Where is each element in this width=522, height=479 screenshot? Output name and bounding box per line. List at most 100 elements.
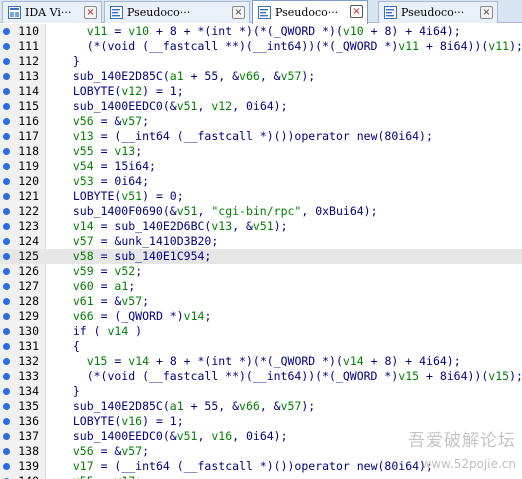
code-line[interactable]: 120 v53 = 0i64;: [0, 174, 522, 189]
code-text[interactable]: v60 = a1;: [59, 279, 135, 294]
code-text[interactable]: (*(void (__fastcall **)(__int64))(*(_QWO…: [59, 369, 522, 384]
code-line[interactable]: 110 v11 = v10 + 8 + *(int *)(*(_QWORD *)…: [0, 24, 522, 39]
code-line[interactable]: 119 v54 = 15i64;: [0, 159, 522, 174]
code-line[interactable]: 111 (*(void (__fastcall **)(__int64))(*(…: [0, 39, 522, 54]
breakpoint-dot-icon[interactable]: [3, 88, 10, 95]
breakpoint-dot-icon[interactable]: [3, 403, 10, 410]
tab-pseudocode-c[interactable]: Pseudoco··· ×: [378, 1, 498, 23]
code-text[interactable]: sub_140E2D85C(a1 + 55, &v66, &v57);: [59, 399, 315, 414]
close-icon[interactable]: ×: [84, 6, 97, 19]
breakpoint-dot-icon[interactable]: [3, 268, 10, 275]
breakpoint-dot-icon[interactable]: [3, 103, 10, 110]
breakpoint-dot-icon[interactable]: [3, 28, 10, 35]
breakpoint-dot-icon[interactable]: [3, 118, 10, 125]
code-text[interactable]: {: [59, 339, 80, 354]
code-text[interactable]: LOBYTE(v51) = 0;: [59, 189, 184, 204]
breakpoint-dot-icon[interactable]: [3, 73, 10, 80]
code-text[interactable]: sub_140E2D85C(a1 + 55, &v66, &v57);: [59, 69, 315, 84]
code-text[interactable]: LOBYTE(v16) = 1;: [59, 414, 184, 429]
code-text[interactable]: }: [59, 54, 80, 69]
code-text[interactable]: }: [59, 384, 80, 399]
code-text[interactable]: v55 = v17;: [59, 474, 142, 479]
code-line[interactable]: 121 LOBYTE(v51) = 0;: [0, 189, 522, 204]
code-line[interactable]: 129 v66 = (_QWORD *)v14;: [0, 309, 522, 324]
code-line[interactable]: 132 v15 = v14 + 8 + *(int *)(*(_QWORD *)…: [0, 354, 522, 369]
code-text[interactable]: v61 = &v57;: [59, 294, 149, 309]
close-icon[interactable]: ×: [232, 6, 245, 19]
code-text[interactable]: v58 = sub_140E1C954;: [59, 249, 211, 264]
breakpoint-dot-icon[interactable]: [3, 388, 10, 395]
line-number: 124: [18, 234, 39, 248]
code-line[interactable]: 133 (*(void (__fastcall **)(__int64))(*(…: [0, 369, 522, 384]
breakpoint-dot-icon[interactable]: [3, 193, 10, 200]
code-line[interactable]: 113 sub_140E2D85C(a1 + 55, &v66, &v57);: [0, 69, 522, 84]
code-text[interactable]: LOBYTE(v12) = 1;: [59, 84, 184, 99]
breakpoint-dot-icon[interactable]: [3, 313, 10, 320]
code-line[interactable]: 114 LOBYTE(v12) = 1;: [0, 84, 522, 99]
code-text[interactable]: v11 = v10 + 8 + *(int *)(*(_QWORD *)(v10…: [59, 24, 461, 39]
code-line[interactable]: 118 v55 = v13;: [0, 144, 522, 159]
code-line[interactable]: 140 v55 = v17;: [0, 474, 522, 479]
code-text[interactable]: v54 = 15i64;: [59, 159, 156, 174]
tab-ida-view[interactable]: IDA Vi··· ×: [2, 1, 102, 23]
code-line[interactable]: 135 sub_140E2D85C(a1 + 55, &v66, &v57);: [0, 399, 522, 414]
breakpoint-dot-icon[interactable]: [3, 58, 10, 65]
code-text[interactable]: v66 = (_QWORD *)v14;: [59, 309, 212, 324]
code-line[interactable]: 124 v57 = &unk_1410D3B20;: [0, 234, 522, 249]
close-icon[interactable]: ×: [350, 5, 363, 18]
breakpoint-dot-icon[interactable]: [3, 238, 10, 245]
code-text[interactable]: v14 = sub_140E2D6BC(v13, &v51);: [59, 219, 288, 234]
breakpoint-dot-icon[interactable]: [3, 328, 10, 335]
code-line[interactable]: 126 v59 = v52;: [0, 264, 522, 279]
code-text[interactable]: v13 = (__int64 (__fastcall *)())operator…: [59, 129, 433, 144]
code-text[interactable]: v15 = v14 + 8 + *(int *)(*(_QWORD *)(v14…: [59, 354, 461, 369]
breakpoint-dot-icon[interactable]: [3, 178, 10, 185]
breakpoint-dot-icon[interactable]: [3, 298, 10, 305]
code-text[interactable]: v56 = &v57;: [59, 114, 149, 129]
close-icon[interactable]: ×: [480, 6, 493, 19]
code-line[interactable]: 112 }: [0, 54, 522, 69]
breakpoint-dot-icon[interactable]: [3, 163, 10, 170]
code-line[interactable]: 123 v14 = sub_140E2D6BC(v13, &v51);: [0, 219, 522, 234]
breakpoint-dot-icon[interactable]: [3, 208, 10, 215]
code-text[interactable]: (*(void (__fastcall **)(__int64))(*(_QWO…: [59, 39, 522, 54]
code-line[interactable]: 116 v56 = &v57;: [0, 114, 522, 129]
breakpoint-dot-icon[interactable]: [3, 448, 10, 455]
code-text[interactable]: v55 = v13;: [59, 144, 142, 159]
code-line[interactable]: 134 }: [0, 384, 522, 399]
breakpoint-dot-icon[interactable]: [3, 463, 10, 470]
code-line[interactable]: 131 {: [0, 339, 522, 354]
code-line[interactable]: 115 sub_1400EEDC0(&v51, v12, 0i64);: [0, 99, 522, 114]
breakpoint-dot-icon[interactable]: [3, 358, 10, 365]
breakpoint-dot-icon[interactable]: [3, 148, 10, 155]
code-text[interactable]: sub_1400EEDC0(&v51, v16, 0i64);: [59, 429, 288, 444]
code-text[interactable]: v56 = &v57;: [59, 444, 149, 459]
breakpoint-dot-icon[interactable]: [3, 43, 10, 50]
breakpoint-dot-icon[interactable]: [3, 223, 10, 230]
tab-pseudocode-a[interactable]: Pseudoco··· ×: [104, 1, 250, 23]
code-text[interactable]: v53 = 0i64;: [59, 174, 149, 189]
watermark-url: www.52pojie.cn: [421, 457, 516, 471]
tab-pseudocode-b[interactable]: Pseudoco··· ×: [252, 0, 368, 24]
code-line[interactable]: 128 v61 = &v57;: [0, 294, 522, 309]
breakpoint-dot-icon[interactable]: [3, 433, 10, 440]
pseudocode-view[interactable]: 110 v11 = v10 + 8 + *(int *)(*(_QWORD *)…: [0, 24, 522, 479]
breakpoint-dot-icon[interactable]: [3, 373, 10, 380]
code-text[interactable]: if ( v14 ): [59, 324, 142, 339]
code-line[interactable]: 125 v58 = sub_140E1C954;: [0, 249, 522, 264]
tab-label: Pseudoco···: [127, 6, 191, 19]
breakpoint-dot-icon[interactable]: [3, 343, 10, 350]
breakpoint-dot-icon[interactable]: [3, 283, 10, 290]
code-line[interactable]: 122 sub_1400F0690(&v51, "cgi-bin/rpc", 0…: [0, 204, 522, 219]
code-text[interactable]: sub_1400EEDC0(&v51, v12, 0i64);: [59, 99, 288, 114]
code-line[interactable]: 117 v13 = (__int64 (__fastcall *)())oper…: [0, 129, 522, 144]
code-text[interactable]: v59 = v52;: [59, 264, 142, 279]
code-text[interactable]: v17 = (__int64 (__fastcall *)())operator…: [59, 459, 433, 474]
breakpoint-dot-icon[interactable]: [3, 133, 10, 140]
breakpoint-dot-icon[interactable]: [3, 253, 10, 260]
breakpoint-dot-icon[interactable]: [3, 418, 10, 425]
code-text[interactable]: sub_1400F0690(&v51, "cgi-bin/rpc", 0xBui…: [59, 204, 378, 219]
code-line[interactable]: 130 if ( v14 ): [0, 324, 522, 339]
code-line[interactable]: 127 v60 = a1;: [0, 279, 522, 294]
code-text[interactable]: v57 = &unk_1410D3B20;: [59, 234, 218, 249]
